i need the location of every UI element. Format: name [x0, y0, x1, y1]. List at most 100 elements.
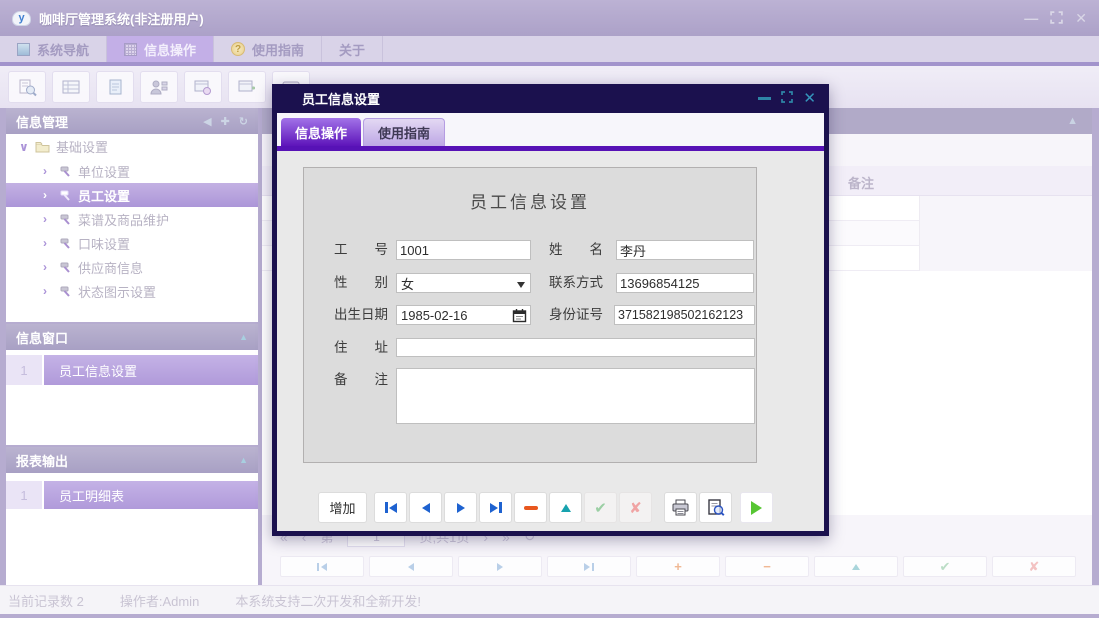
tool-icon [60, 286, 70, 297]
help-icon: ? [231, 42, 246, 56]
status-operator: 操作者:Admin [119, 593, 200, 609]
window-add-button[interactable] [228, 71, 266, 103]
list-item-index: 1 [6, 355, 42, 385]
user-report-button[interactable] [140, 71, 178, 103]
panel-back-icon[interactable]: ◀ [203, 115, 211, 128]
tree-item-label: 口味设置 [78, 236, 131, 252]
chevron-right-icon: › [43, 164, 47, 178]
tree-item-label: 单位设置 [78, 164, 131, 180]
panel-add-icon[interactable]: ✚ [221, 115, 230, 128]
cancel-record-button[interactable]: ✘ [992, 556, 1076, 577]
window-minimize-button[interactable]: — [1024, 11, 1038, 25]
folder-icon [35, 141, 50, 152]
document-button[interactable] [96, 71, 134, 103]
form-heading: 员工信息设置 [470, 193, 590, 212]
info-tree: ∨ 基础设置 › 单位设置 › 员工设置 › 菜谱及商品维护 › 口味设置 › … [6, 134, 258, 322]
chevron-right-icon: › [43, 236, 47, 250]
run-button[interactable] [740, 492, 773, 523]
gender-select[interactable]: 女 [396, 273, 531, 293]
printer-icon [672, 499, 689, 516]
prev-record-button[interactable] [409, 492, 442, 523]
dialog-minimize-button[interactable] [758, 97, 772, 100]
first-record-button[interactable] [280, 556, 364, 577]
search-document-button[interactable] [8, 71, 46, 103]
search-document-icon [19, 79, 37, 96]
employee-form-panel: 员工信息设置 工 号 姓 名 性 别 女 联系方式 出生日期 1985-02-1… [303, 167, 757, 463]
address-input[interactable] [396, 338, 755, 357]
dialog-title: 员工信息设置 [302, 92, 381, 107]
tool-icon [60, 214, 70, 225]
next-record-button[interactable] [458, 556, 542, 577]
add-record-button[interactable]: + [636, 556, 720, 577]
cancel-button[interactable]: ✘ [619, 492, 652, 523]
emp-no-input[interactable] [396, 240, 531, 260]
dialog-toolbar: 增加 ✔ ✘ [318, 492, 773, 523]
tree-item-unit-settings[interactable]: › 单位设置 [6, 159, 258, 183]
collapse-icon[interactable]: ▲ [239, 332, 248, 342]
name-label: 姓 名 [549, 242, 603, 257]
print-button[interactable] [664, 492, 697, 523]
dialog-maximize-button[interactable] [781, 91, 794, 106]
dialog-close-button[interactable]: ✕ [803, 91, 816, 106]
minus-icon [523, 505, 538, 510]
table-view-button[interactable] [52, 71, 90, 103]
collapse-icon[interactable]: ▲ [239, 455, 248, 465]
gender-label: 性 别 [334, 275, 388, 290]
panel-title: 报表输出 [16, 453, 69, 469]
dialog-tab-user-guide[interactable]: 使用指南 [363, 118, 446, 146]
list-item-employee-info[interactable]: 1 员工信息设置 [6, 355, 258, 385]
tree-item-menu-goods[interactable]: › 菜谱及商品维护 [6, 207, 258, 231]
tab-about[interactable]: 关于 [322, 36, 384, 62]
confirm-button[interactable]: ✔ [584, 492, 617, 523]
edit-record-button[interactable] [549, 492, 582, 523]
info-window-panel-header: 信息窗口 ▲ [6, 324, 258, 350]
list-item-label: 员工明细表 [44, 481, 258, 509]
tree-node-label: 基础设置 [56, 140, 109, 155]
birth-date-input[interactable]: 1985-02-16 [396, 305, 531, 325]
gender-value: 女 [401, 276, 415, 292]
next-record-button[interactable] [444, 492, 477, 523]
name-input[interactable] [616, 240, 754, 260]
status-record-count: 当前记录数 2 [8, 593, 84, 609]
prev-record-button[interactable] [369, 556, 453, 577]
add-button[interactable]: 增加 [318, 492, 367, 523]
chevron-right-icon: › [43, 188, 47, 202]
delete-record-button[interactable] [514, 492, 547, 523]
list-item-employee-report[interactable]: 1 员工明细表 [6, 481, 258, 509]
info-window-list: 1 员工信息设置 [6, 350, 258, 445]
delete-record-button[interactable]: − [725, 556, 809, 577]
window-search-button[interactable] [184, 71, 222, 103]
preview-button[interactable] [699, 492, 732, 523]
tree-node-basic-settings[interactable]: ∨ 基础设置 [6, 134, 258, 159]
panel-refresh-icon[interactable]: ↻ [239, 115, 248, 128]
tab-info-operation[interactable]: 信息操作 [107, 36, 215, 62]
tab-user-guide[interactable]: ? 使用指南 [214, 36, 323, 62]
window-restore-button[interactable] [1050, 10, 1064, 26]
status-message: 本系统支持二次开发和全新开发! [235, 593, 421, 609]
panel-title: 信息窗口 [16, 330, 69, 346]
tool-icon [60, 262, 70, 273]
tree-item-taste-settings[interactable]: › 口味设置 [6, 231, 258, 255]
chevron-expanded-icon[interactable]: ∨ [19, 140, 29, 154]
tree-item-status-icon-settings[interactable]: › 状态图示设置 [6, 279, 258, 303]
last-record-button[interactable] [547, 556, 631, 577]
edit-record-button[interactable] [814, 556, 898, 577]
tree-item-employee-settings[interactable]: › 员工设置 [6, 183, 258, 207]
window-close-button[interactable]: ✕ [1075, 11, 1087, 25]
record-nav-bar: + − ✔ ✘ [280, 556, 1076, 577]
collapse-icon[interactable]: ▲ [1067, 115, 1078, 127]
remark-textarea[interactable] [396, 368, 755, 424]
dropdown-arrow-icon [517, 276, 525, 291]
tree-item-supplier-info[interactable]: › 供应商信息 [6, 255, 258, 279]
window-add-icon [238, 80, 255, 91]
dialog-tab-info-operation[interactable]: 信息操作 [281, 118, 362, 146]
confirm-record-button[interactable]: ✔ [903, 556, 987, 577]
calendar-icon [512, 308, 527, 322]
tool-icon [60, 166, 70, 177]
first-record-button[interactable] [374, 492, 407, 523]
birth-value: 1985-02-16 [401, 307, 468, 323]
phone-input[interactable] [616, 273, 754, 293]
id-no-input[interactable] [614, 305, 755, 325]
last-record-button[interactable] [479, 492, 512, 523]
tab-system-nav[interactable]: 系统导航 [0, 36, 108, 62]
